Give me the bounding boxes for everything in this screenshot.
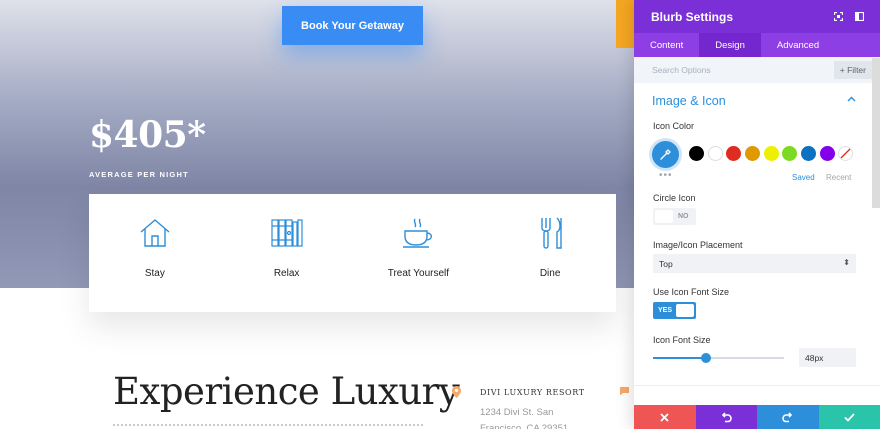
panel-scrollbar[interactable]	[872, 58, 880, 208]
dock-panel-icon[interactable]	[854, 10, 865, 24]
clear-color-icon[interactable]	[838, 146, 853, 161]
color-swatch-black[interactable]	[689, 146, 704, 161]
panel-footer	[634, 405, 880, 429]
section-heading: Experience Luxury	[113, 370, 460, 413]
color-swatch-purple[interactable]	[820, 146, 835, 161]
address-line: Francisco, CA 29351	[480, 423, 569, 429]
address-line: 1234 Divi St. San	[480, 407, 554, 418]
book-getaway-button[interactable]: Book Your Getaway	[282, 6, 423, 45]
price-value: $405*	[89, 114, 206, 156]
feature-label: Dine	[539, 268, 561, 279]
orange-tab	[616, 0, 636, 48]
search-options-input[interactable]: Search Options + Filter	[634, 57, 880, 83]
feature-label: Treat Yourself	[387, 268, 450, 279]
placement-label: Image/Icon Placement	[653, 240, 743, 250]
color-swatch-white[interactable]	[708, 146, 723, 161]
fullscreen-icon[interactable]	[833, 10, 844, 24]
toggle-knob	[655, 210, 673, 223]
features-card: Stay Relax Treat Yourself Dine	[89, 194, 616, 312]
undo-button[interactable]	[695, 405, 757, 429]
fork-knife-icon	[541, 217, 562, 249]
books-icon	[271, 219, 303, 247]
color-swatch-blue[interactable]	[801, 146, 816, 161]
color-picker-button[interactable]	[652, 141, 679, 168]
resort-name: DIVI LUXURY RESORT	[480, 388, 585, 397]
font-size-slider-thumb[interactable]	[701, 353, 711, 363]
tab-content[interactable]: Content	[634, 33, 699, 57]
feature-label: Stay	[144, 268, 165, 279]
redo-icon	[782, 411, 793, 422]
feature-item-treat-yourself: Treat Yourself	[353, 194, 485, 312]
use-font-size-label: Use Icon Font Size	[653, 287, 730, 297]
search-placeholder: Search Options	[652, 65, 711, 75]
resort-address: 1234 Divi St. San Francisco, CA 29351	[480, 405, 568, 429]
saved-colors-tab[interactable]: Saved	[792, 173, 815, 182]
font-size-input[interactable]: 48px	[799, 348, 856, 367]
filter-button[interactable]: + Filter	[833, 61, 872, 79]
feature-item-stay: Stay	[89, 194, 221, 312]
feature-label: Relax	[273, 268, 300, 279]
panel-title: Blurb Settings	[651, 9, 734, 24]
color-swatch-green[interactable]	[782, 146, 797, 161]
coffee-cup-icon	[403, 218, 433, 248]
feature-item-dine: Dine	[484, 194, 616, 312]
cancel-button[interactable]	[634, 405, 696, 429]
placement-value: Top	[659, 258, 673, 269]
color-swatch-orange[interactable]	[745, 146, 760, 161]
chat-icon	[620, 387, 629, 396]
feature-item-relax: Relax	[221, 194, 353, 312]
tab-advanced[interactable]: Advanced	[761, 33, 835, 57]
map-pin-icon	[452, 386, 461, 398]
close-icon	[660, 412, 669, 422]
section-title-image-icon[interactable]: Image & Icon	[652, 94, 726, 108]
select-arrows-icon: ⬍	[843, 258, 850, 267]
price-caption: AVERAGE PER NIGHT	[89, 170, 189, 179]
divider	[634, 385, 880, 386]
more-colors-icon[interactable]: •••	[659, 170, 673, 181]
redo-button[interactable]	[757, 405, 819, 429]
recent-colors-tab[interactable]: Recent	[826, 173, 851, 182]
toggle-state: YES	[658, 307, 673, 314]
eyedropper-icon	[660, 149, 671, 160]
house-icon	[140, 219, 170, 247]
circle-icon-toggle[interactable]: NO	[653, 208, 696, 225]
placement-select[interactable]: Top ⬍	[653, 254, 856, 273]
check-icon	[844, 412, 855, 422]
chevron-up-icon[interactable]	[847, 96, 856, 102]
undo-icon	[721, 411, 732, 422]
panel-tabs: Content Design Advanced	[634, 33, 880, 57]
heading-underline	[113, 424, 423, 429]
tab-design[interactable]: Design	[699, 33, 761, 57]
circle-icon-label: Circle Icon	[653, 193, 696, 203]
font-size-label: Icon Font Size	[653, 335, 711, 345]
font-size-slider-fill	[653, 357, 706, 359]
panel-header: Blurb Settings	[634, 0, 880, 33]
color-swatch-yellow[interactable]	[764, 146, 779, 161]
blurb-settings-panel: Blurb Settings Content Design Advanced S…	[634, 0, 880, 429]
use-font-size-toggle[interactable]: YES	[653, 302, 696, 319]
toggle-knob	[676, 304, 694, 317]
toggle-state: NO	[678, 213, 689, 220]
save-button[interactable]	[818, 405, 880, 429]
color-swatch-red[interactable]	[726, 146, 741, 161]
icon-color-label: Icon Color	[653, 121, 695, 131]
